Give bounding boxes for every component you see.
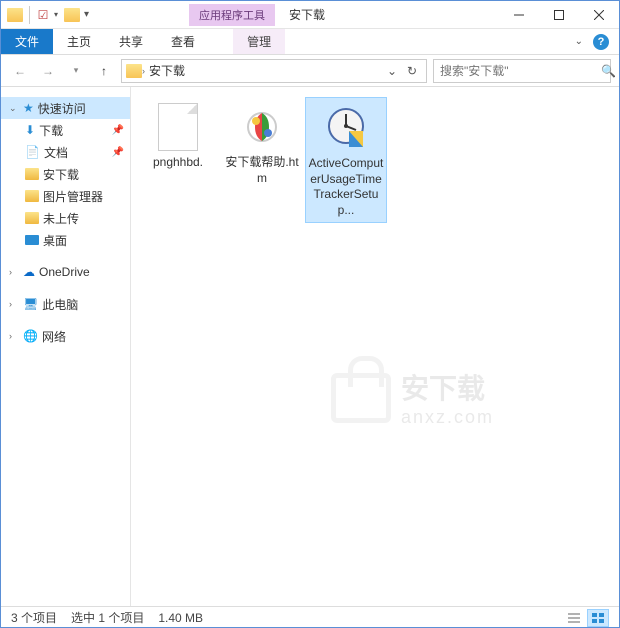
star-icon: ★: [23, 101, 34, 115]
pc-icon: 🖥: [23, 297, 38, 311]
folder-icon: [25, 212, 39, 224]
folder-icon: [7, 8, 23, 22]
sidebar-item-label: 未上传: [43, 210, 79, 227]
file-item[interactable]: pnghhbd.: [137, 97, 219, 175]
file-name: pnghhbd.: [139, 155, 217, 171]
status-item-count: 3 个项目: [11, 609, 57, 626]
sidebar-quick-access[interactable]: ⌄ ★ 快速访问: [1, 97, 130, 119]
titlebar: ☑ ▾ ▾ 应用程序工具 安下载: [1, 1, 619, 29]
back-button[interactable]: ←: [9, 60, 31, 82]
minimize-icon: [514, 10, 524, 20]
maximize-button[interactable]: [539, 1, 579, 29]
up-button[interactable]: ↑: [93, 60, 115, 82]
document-icon: 📄: [25, 145, 40, 159]
maximize-icon: [554, 10, 564, 20]
context-tab-header: 应用程序工具: [189, 4, 275, 26]
search-icon[interactable]: 🔍: [601, 64, 616, 78]
forward-button[interactable]: →: [37, 60, 59, 82]
sidebar-item-label: 下载: [39, 122, 63, 139]
icons-view-button[interactable]: [587, 609, 609, 627]
sidebar-onedrive[interactable]: › ☁ OneDrive: [1, 261, 130, 283]
chevron-right-icon[interactable]: ›: [9, 267, 19, 277]
navigation-pane: ⌄ ★ 快速访问 ⬇ 下载 📌 📄 文档 📌 安下载 图片管理器 未上传: [1, 87, 131, 606]
tab-view[interactable]: 查看: [157, 29, 209, 54]
close-button[interactable]: [579, 1, 619, 29]
sidebar-item-label: 桌面: [43, 232, 67, 249]
sidebar-item-desktop[interactable]: 桌面: [1, 229, 130, 251]
divider: [29, 6, 30, 24]
sidebar-item-label: 网络: [42, 328, 66, 345]
caret-down-icon[interactable]: ▾: [54, 10, 58, 19]
grid-icon: [592, 613, 604, 623]
lock-icon: [331, 373, 391, 423]
address-bar[interactable]: › 安下载 ⌄ ↻: [121, 59, 427, 83]
status-selection: 选中 1 个项目: [71, 609, 144, 626]
search-box[interactable]: 🔍: [433, 59, 611, 83]
sidebar-item-label: OneDrive: [39, 265, 90, 279]
file-item[interactable]: 安下载帮助.htm: [221, 97, 303, 190]
chevron-down-icon[interactable]: ⌄: [575, 36, 583, 47]
pin-icon: 📌: [112, 147, 124, 158]
main-area: ⌄ ★ 快速访问 ⬇ 下载 📌 📄 文档 📌 安下载 图片管理器 未上传: [1, 87, 619, 606]
cloud-icon: ☁: [23, 265, 35, 279]
address-dropdown[interactable]: ⌄: [382, 64, 402, 78]
minimize-button[interactable]: [499, 1, 539, 29]
sidebar-item-image-manager[interactable]: 图片管理器: [1, 185, 130, 207]
pin-icon: 📌: [112, 125, 124, 136]
htm-icon: [223, 101, 301, 153]
search-input[interactable]: [440, 64, 595, 78]
tab-share[interactable]: 共享: [105, 29, 157, 54]
file-list[interactable]: pnghhbd. 安下载帮助.htm ActiveComputerUsageTi…: [131, 87, 619, 606]
sidebar-network[interactable]: › 🌐 网络: [1, 325, 130, 347]
quick-access-toolbar: ☑ ▾ ▾: [1, 6, 89, 24]
sidebar-item-label: 文档: [44, 144, 68, 161]
watermark: 安下载 anxz.com: [331, 367, 494, 428]
desktop-icon: [25, 235, 39, 245]
file-name: ActiveComputerUsageTimeTrackerSetup...: [308, 156, 384, 218]
details-icon: [568, 613, 580, 623]
file-name: 安下载帮助.htm: [223, 155, 301, 186]
tab-home[interactable]: 主页: [53, 29, 105, 54]
details-view-button[interactable]: [563, 609, 585, 627]
refresh-button[interactable]: ↻: [402, 64, 422, 78]
file-icon: [158, 103, 198, 151]
file-tab[interactable]: 文件: [1, 29, 53, 54]
folder-icon[interactable]: [64, 8, 80, 22]
folder-icon: [25, 190, 39, 202]
qat-overflow[interactable]: ▾: [84, 9, 89, 20]
ribbon-tabs: 文件 主页 共享 查看 管理 ⌄ ?: [1, 29, 619, 55]
window-title: 安下载: [289, 6, 325, 23]
sidebar-item-label: 图片管理器: [43, 188, 103, 205]
network-icon: 🌐: [23, 329, 38, 343]
recent-locations[interactable]: ▾: [65, 60, 87, 82]
breadcrumb[interactable]: 安下载: [145, 62, 189, 79]
check-icon[interactable]: ☑: [36, 8, 50, 22]
download-icon: ⬇: [25, 123, 35, 137]
sidebar-item-documents[interactable]: 📄 文档 📌: [1, 141, 130, 163]
close-icon: [594, 10, 604, 20]
sidebar-item-downloads[interactable]: ⬇ 下载 📌: [1, 119, 130, 141]
sidebar-item-not-uploaded[interactable]: 未上传: [1, 207, 130, 229]
address-bar-row: ← → ▾ ↑ › 安下载 ⌄ ↻ 🔍: [1, 55, 619, 87]
sidebar-this-pc[interactable]: › 🖥 此电脑: [1, 293, 130, 315]
status-bar: 3 个项目 选中 1 个项目 1.40 MB: [1, 606, 619, 628]
folder-icon: [126, 64, 142, 78]
sidebar-item-label: 快速访问: [38, 100, 86, 117]
folder-icon: [25, 168, 39, 180]
file-item-selected[interactable]: ActiveComputerUsageTimeTrackerSetup...: [305, 97, 387, 223]
help-icon[interactable]: ?: [593, 34, 609, 50]
chevron-right-icon[interactable]: ›: [9, 331, 19, 341]
window-controls: [499, 1, 619, 29]
sidebar-item-label: 此电脑: [42, 296, 78, 313]
status-size: 1.40 MB: [158, 611, 203, 625]
tab-manage[interactable]: 管理: [233, 29, 285, 54]
exe-icon: [308, 102, 384, 154]
chevron-down-icon[interactable]: ⌄: [9, 103, 19, 114]
chevron-right-icon[interactable]: ›: [9, 299, 19, 309]
sidebar-item-label: 安下载: [43, 166, 79, 183]
sidebar-item-anxz[interactable]: 安下载: [1, 163, 130, 185]
